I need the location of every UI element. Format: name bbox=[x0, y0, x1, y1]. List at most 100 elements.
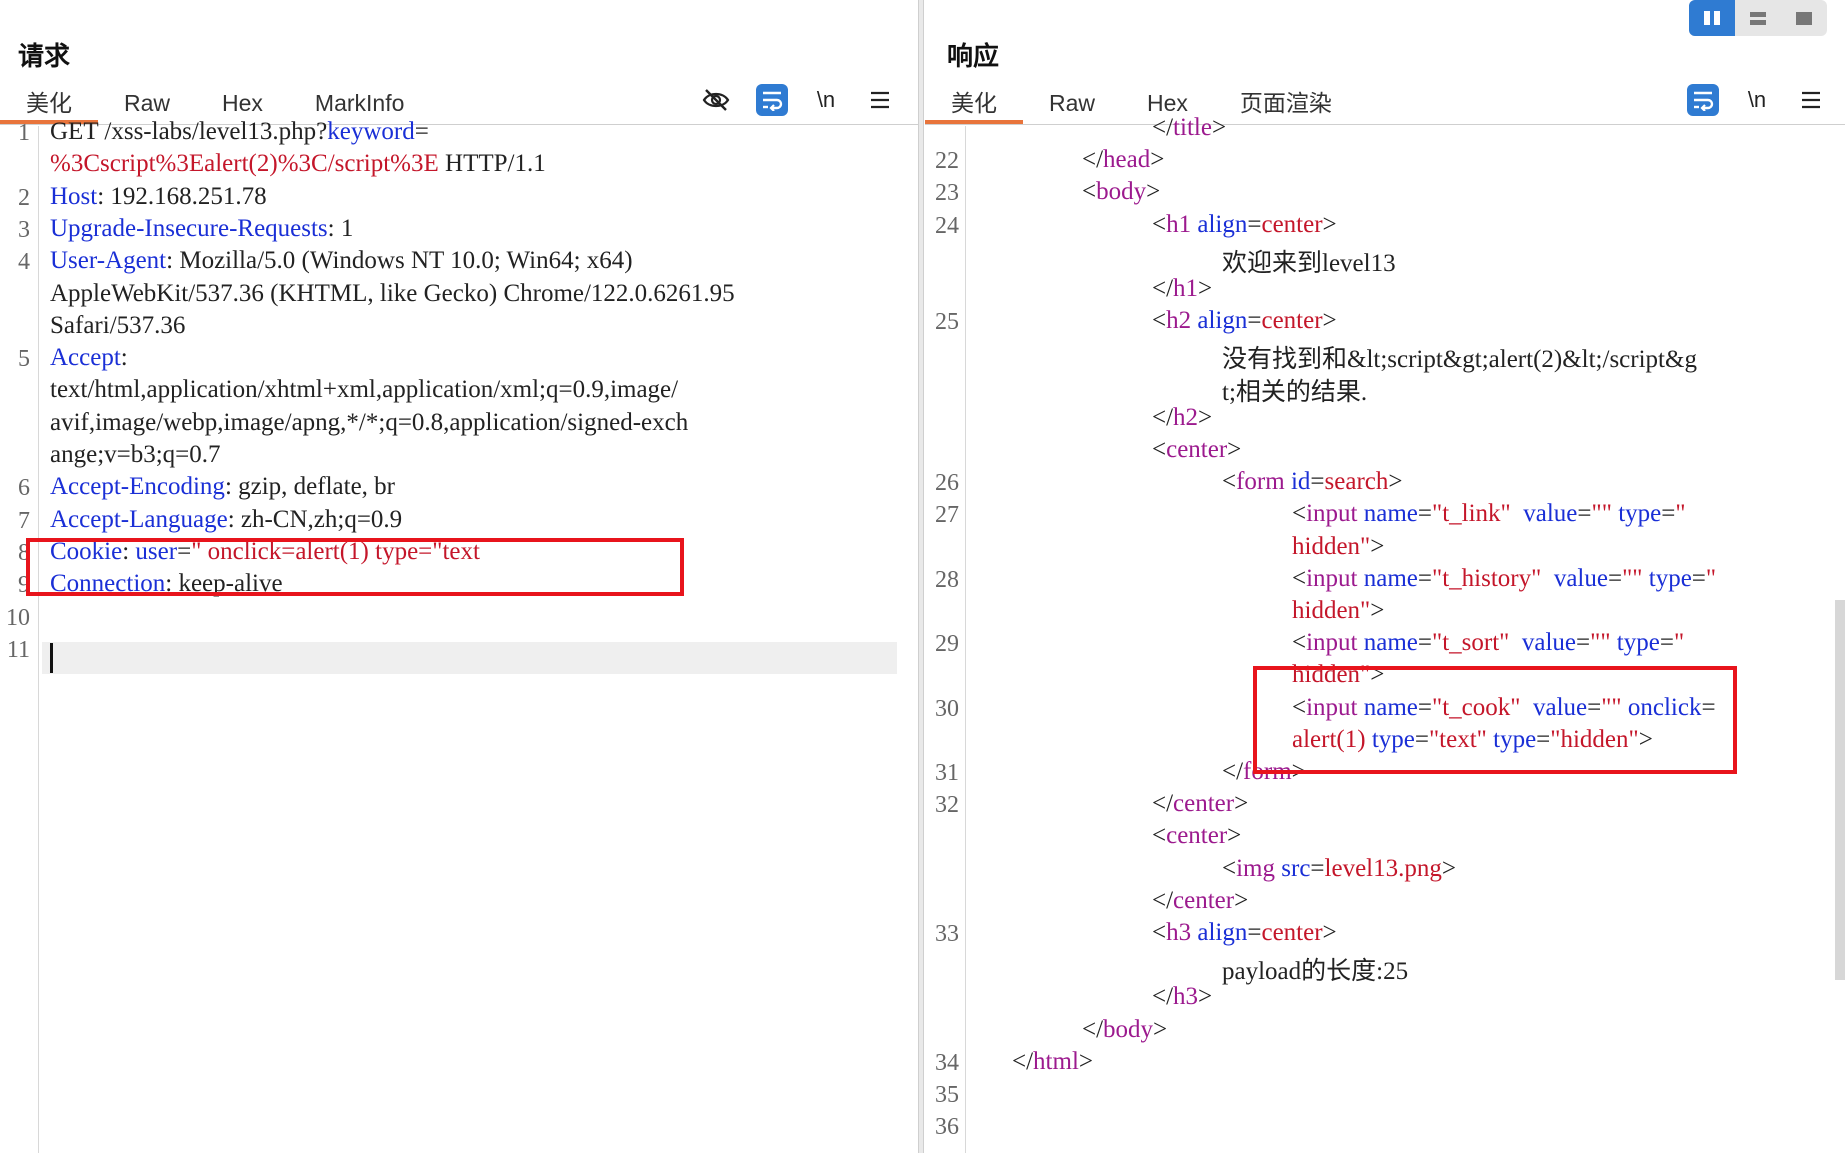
code-text: </ bbox=[1152, 403, 1174, 431]
line-number: 5 bbox=[18, 346, 30, 373]
code-line: <input name="t_sort" value="" type=" bbox=[1292, 629, 1684, 657]
attr-value: center bbox=[1261, 307, 1323, 335]
code-line: Accept: bbox=[50, 344, 128, 372]
attr-name: id bbox=[1290, 468, 1311, 496]
code-line: Upgrade-Insecure-Requests: 1 bbox=[50, 215, 353, 243]
tag-name: h2 bbox=[1173, 403, 1199, 431]
code-line: </h1> bbox=[1152, 275, 1212, 303]
payload-highlight-box bbox=[1253, 666, 1737, 774]
line-number: 36 bbox=[935, 1114, 959, 1141]
code-text: : 1 bbox=[327, 214, 354, 242]
code-text: = bbox=[1247, 307, 1262, 335]
wrap-lines-icon[interactable] bbox=[1687, 84, 1719, 116]
code-text: : Mozilla/5.0 (Windows NT 10.0; Win64; x… bbox=[166, 247, 633, 275]
scrollbar[interactable] bbox=[1835, 600, 1845, 980]
tag-name: input bbox=[1306, 629, 1358, 657]
tag-name: h3 bbox=[1166, 919, 1192, 946]
line-number: 10 bbox=[6, 604, 30, 631]
hamburger-icon[interactable] bbox=[1795, 84, 1827, 116]
wrap-lines-icon[interactable] bbox=[756, 84, 788, 116]
tag-name: h2 bbox=[1166, 307, 1192, 335]
tag-name: title bbox=[1173, 114, 1212, 141]
attr-value: center bbox=[1261, 919, 1323, 946]
code-line: t;相关的结果. bbox=[1222, 372, 1367, 408]
tag-name: body bbox=[1096, 178, 1147, 206]
code-line: User-Agent: Mozilla/5.0 (Windows NT 10.0… bbox=[50, 247, 633, 275]
attr-value: hidden" bbox=[1292, 597, 1371, 624]
split-columns-icon[interactable] bbox=[1689, 0, 1735, 36]
code-line: <input name="t_history" value="" type=" bbox=[1292, 565, 1716, 593]
attr-name: Accept-Language bbox=[50, 505, 228, 533]
tab-raw[interactable]: Raw bbox=[1023, 86, 1121, 124]
code-text: text/html,application/xhtml+xml,applicat… bbox=[50, 376, 679, 404]
tag-name: center bbox=[1166, 822, 1228, 850]
code-text: < bbox=[1152, 436, 1167, 463]
attr-name: src bbox=[1281, 854, 1311, 882]
tab-separator bbox=[925, 124, 1845, 125]
code-text: > bbox=[1198, 403, 1213, 431]
line-number: 26 bbox=[935, 470, 959, 497]
code-text: AppleWebKit/537.36 (KHTML, like Gecko) C… bbox=[50, 279, 735, 307]
tag-name: form bbox=[1236, 468, 1285, 496]
code-text: </ bbox=[1152, 983, 1174, 1011]
code-text: = bbox=[1247, 919, 1262, 946]
code-line: text/html,application/xhtml+xml,applicat… bbox=[50, 376, 678, 404]
code-text: = bbox=[1577, 500, 1592, 528]
line-number: 7 bbox=[18, 507, 30, 534]
line-number: 2 bbox=[18, 184, 30, 211]
attr-name: align bbox=[1197, 307, 1248, 335]
request-title: 请求 bbox=[18, 42, 71, 72]
line-number: 33 bbox=[935, 921, 959, 947]
attr-value: "t_link" bbox=[1432, 500, 1511, 528]
attr-name: Accept-Encoding bbox=[50, 473, 225, 501]
split-rows-icon[interactable] bbox=[1735, 0, 1781, 36]
code-text: > bbox=[1234, 886, 1249, 914]
code-line: <center> bbox=[1152, 822, 1241, 850]
code-line: AppleWebKit/537.36 (KHTML, like Gecko) C… bbox=[50, 280, 735, 308]
code-text: > bbox=[1322, 919, 1337, 946]
line-number: 29 bbox=[935, 631, 959, 658]
code-text: avif,image/webp,image/apng,*/*;q=0.8,app… bbox=[50, 408, 689, 436]
line-number: 6 bbox=[18, 475, 30, 502]
response-editor[interactable]: </title> 22 </head> 23 <body> 24 <h1 align=cen… bbox=[925, 114, 1845, 1153]
code-text: > bbox=[1441, 854, 1456, 882]
line-number: 25 bbox=[935, 309, 959, 336]
attr-name: Host bbox=[50, 182, 98, 210]
code-text: Safari/537.36 bbox=[50, 311, 186, 339]
attr-name: User-Agent bbox=[50, 247, 167, 275]
attr-name: type bbox=[1616, 629, 1660, 657]
eye-off-icon[interactable] bbox=[700, 84, 732, 116]
tag-name: center bbox=[1173, 886, 1235, 914]
code-text: 没有找到和&lt;script&gt;alert(2)&lt;/script&g bbox=[1222, 346, 1697, 374]
attr-name: name bbox=[1363, 500, 1418, 528]
line-number: 31 bbox=[935, 760, 959, 786]
code-line: 没有找到和&lt;script&gt;alert(2)&lt;/script&g bbox=[1222, 339, 1697, 375]
tab-pretty[interactable]: 美化 bbox=[925, 86, 1023, 124]
code-text: = bbox=[1661, 500, 1676, 528]
attr-name: type bbox=[1618, 500, 1662, 528]
tag-name: body bbox=[1103, 1015, 1154, 1043]
code-text: </ bbox=[1082, 1015, 1104, 1043]
tab-render[interactable]: 页面渲染 bbox=[1214, 86, 1358, 124]
attr-name: keyword bbox=[327, 118, 415, 145]
newline-toggle-button[interactable]: \n bbox=[1741, 84, 1773, 116]
code-text: : gzip, deflate, br bbox=[224, 473, 396, 501]
attr-name: name bbox=[1363, 629, 1418, 657]
tag-name: input bbox=[1306, 500, 1358, 528]
single-pane-icon[interactable] bbox=[1781, 0, 1827, 36]
tag-name: h3 bbox=[1173, 983, 1199, 1011]
newline-toggle-button[interactable]: \n bbox=[810, 84, 842, 116]
code-text: < bbox=[1222, 854, 1237, 882]
request-editor[interactable]: 1 GET /xss-labs/level13.php?keyword= %3Csc… bbox=[0, 118, 920, 1153]
code-line: 欢迎来到level13 bbox=[1222, 243, 1396, 279]
cookie-highlight-box bbox=[26, 538, 684, 596]
code-text: < bbox=[1222, 468, 1237, 496]
hamburger-icon[interactable] bbox=[864, 84, 896, 116]
tag-name: center bbox=[1166, 436, 1228, 463]
code-text: > bbox=[1078, 1047, 1093, 1075]
pane-divider[interactable] bbox=[918, 0, 924, 1153]
line-number: 32 bbox=[935, 792, 959, 819]
code-line: <center> bbox=[1152, 436, 1241, 464]
code-text: > bbox=[1322, 307, 1337, 335]
